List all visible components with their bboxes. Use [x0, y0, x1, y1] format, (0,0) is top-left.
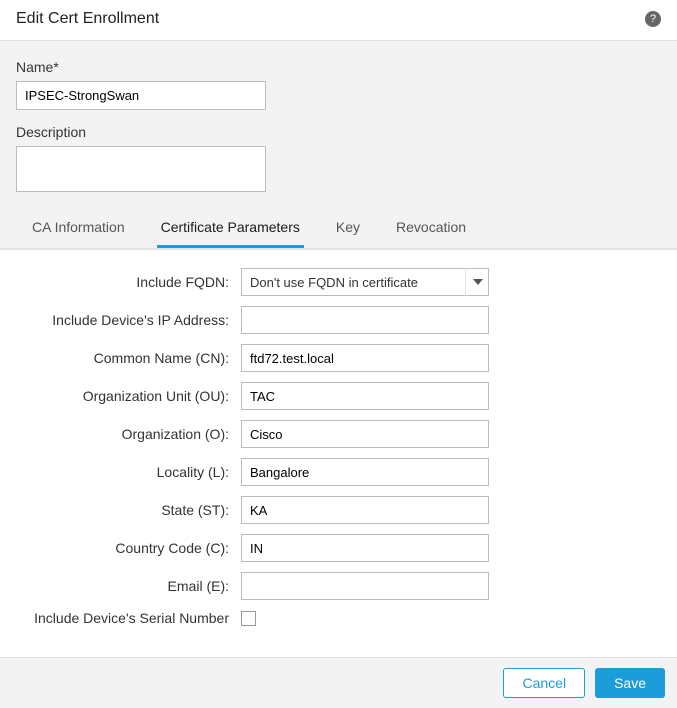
email-input[interactable]: [241, 572, 489, 600]
include-fqdn-label: Include FQDN:: [16, 274, 241, 290]
org-unit-input[interactable]: [241, 382, 489, 410]
include-ip-label: Include Device's IP Address:: [16, 312, 241, 328]
name-input[interactable]: [16, 81, 266, 110]
locality-label: Locality (L):: [16, 464, 241, 480]
tab-revocation[interactable]: Revocation: [392, 209, 470, 248]
page-title: Edit Cert Enrollment: [16, 10, 159, 28]
include-fqdn-select[interactable]: Don't use FQDN in certificate: [241, 268, 489, 296]
org-unit-label: Organization Unit (OU):: [16, 388, 241, 404]
country-input[interactable]: [241, 534, 489, 562]
include-ip-input[interactable]: [241, 306, 489, 334]
tab-certificate-parameters[interactable]: Certificate Parameters: [157, 209, 304, 248]
description-input[interactable]: [16, 146, 266, 192]
tabs: CA Information Certificate Parameters Ke…: [16, 209, 661, 248]
common-name-label: Common Name (CN):: [16, 350, 241, 366]
common-name-input[interactable]: [241, 344, 489, 372]
form-area: Include FQDN: Don't use FQDN in certific…: [0, 249, 677, 649]
serial-checkbox[interactable]: [241, 611, 256, 626]
serial-label: Include Device's Serial Number: [16, 610, 241, 626]
cancel-button[interactable]: Cancel: [503, 668, 585, 698]
description-label: Description: [16, 124, 661, 140]
tab-ca-information[interactable]: CA Information: [28, 209, 129, 248]
org-input[interactable]: [241, 420, 489, 448]
include-fqdn-value[interactable]: Don't use FQDN in certificate: [241, 268, 489, 296]
state-input[interactable]: [241, 496, 489, 524]
country-label: Country Code (C):: [16, 540, 241, 556]
tab-key[interactable]: Key: [332, 209, 364, 248]
locality-input[interactable]: [241, 458, 489, 486]
email-label: Email (E):: [16, 578, 241, 594]
org-label: Organization (O):: [16, 426, 241, 442]
state-label: State (ST):: [16, 502, 241, 518]
name-label: Name*: [16, 59, 661, 75]
save-button[interactable]: Save: [595, 668, 665, 698]
help-icon[interactable]: ?: [645, 11, 661, 27]
